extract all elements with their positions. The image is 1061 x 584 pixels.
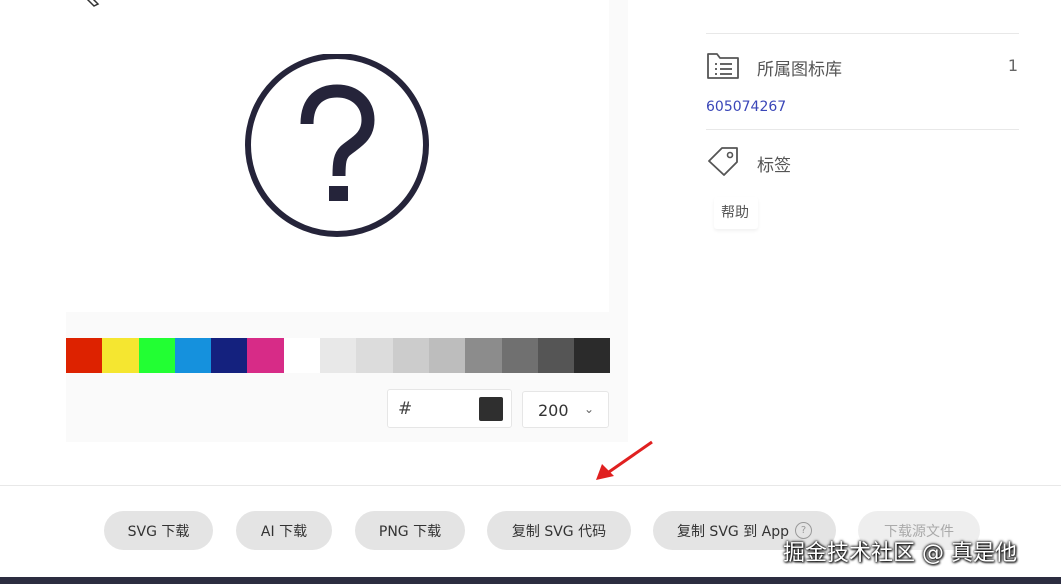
color-swatch[interactable] <box>356 338 393 373</box>
color-swatch[interactable] <box>283 338 321 373</box>
library-label: 所属图标库 <box>757 60 842 80</box>
red-arrow-annotation <box>596 440 653 480</box>
ai-download-button[interactable]: AI 下载 <box>236 511 332 550</box>
color-swatch[interactable] <box>465 338 502 373</box>
color-swatch[interactable] <box>138 338 175 373</box>
color-swatch[interactable] <box>537 338 575 373</box>
action-bar-divider <box>0 485 1061 486</box>
color-swatch[interactable] <box>66 338 103 373</box>
footer-bar <box>0 577 1061 584</box>
tag-chip-help[interactable]: 帮助 <box>714 197 758 229</box>
copy-svg-to-app-label: 复制 SVG 到 App <box>676 523 789 540</box>
watermark: 掘金技术社区 @ 真是他 <box>783 541 1017 566</box>
color-swatch[interactable] <box>501 338 538 373</box>
hex-color-input[interactable]: # <box>387 389 512 428</box>
color-swatch[interactable] <box>574 338 611 373</box>
color-swatch[interactable] <box>392 338 429 373</box>
sidebar-divider-mid <box>706 129 1019 130</box>
color-swatch[interactable] <box>320 338 357 373</box>
copy-svg-code-button[interactable]: 复制 SVG 代码 <box>487 511 631 550</box>
size-select[interactable]: 200 ⌄ <box>522 391 609 428</box>
color-swatch[interactable] <box>247 338 284 373</box>
tags-label: 标签 <box>757 156 791 176</box>
svg-download-button[interactable]: SVG 下载 <box>104 511 213 550</box>
folder-list-icon <box>707 53 739 79</box>
hex-hash-label: # <box>398 399 413 419</box>
png-download-button[interactable]: PNG 下载 <box>355 511 465 550</box>
color-palette <box>66 338 611 373</box>
library-count: 1 <box>1007 56 1018 75</box>
color-swatch[interactable] <box>102 338 139 373</box>
library-id-link[interactable]: 605074267 <box>706 99 786 115</box>
collect-star-icon[interactable] <box>709 0 737 6</box>
current-color-swatch[interactable] <box>479 397 503 421</box>
sidebar-divider-top <box>706 33 1019 34</box>
color-swatch[interactable] <box>211 338 248 373</box>
chevron-down-icon: ⌄ <box>583 402 594 416</box>
edit-tool-icon[interactable] <box>80 0 104 10</box>
size-value: 200 <box>538 401 569 420</box>
question-circle-icon <box>245 54 429 237</box>
tag-icon <box>708 147 738 176</box>
color-swatch[interactable] <box>428 338 466 373</box>
color-swatch[interactable] <box>174 338 212 373</box>
